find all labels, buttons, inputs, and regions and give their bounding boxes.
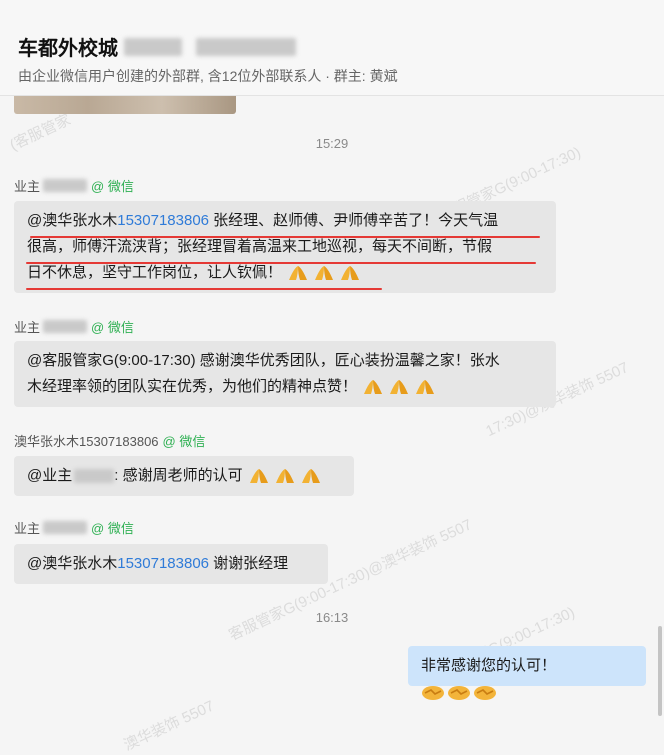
sender-name: 业主 bbox=[14, 179, 41, 194]
handshake-icon bbox=[474, 686, 496, 701]
folded-hands-icon bbox=[364, 380, 383, 395]
phone-link[interactable]: 15307183806 bbox=[117, 212, 209, 229]
handshake-icon bbox=[448, 686, 470, 701]
message-sender[interactable]: 业主 @ 微信 bbox=[14, 317, 134, 336]
message-text: 非常感谢您的认可！ bbox=[421, 657, 557, 674]
message-sender[interactable]: 澳华张水木15307183806 @ 微信 bbox=[14, 431, 205, 450]
folded-hands-icon bbox=[249, 469, 268, 484]
wechat-tag: @ 微信 bbox=[91, 179, 134, 194]
message-line: @澳华张水木15307183806 张经理、赵师傅、尹师傅辛苦了！今天气温 bbox=[27, 208, 543, 234]
folded-hands-icon bbox=[416, 380, 435, 395]
watermark: 澳华装饰 5507 bbox=[121, 697, 217, 755]
chat-area[interactable]: (客服管家 客服管家G(9:00-17:30) 客服管家G(9:00-17:30… bbox=[0, 96, 664, 754]
sender-name: 业主 bbox=[14, 320, 41, 335]
emoji-group bbox=[286, 264, 364, 282]
wechat-tag: @ 微信 bbox=[91, 521, 134, 536]
emoji-group bbox=[247, 467, 325, 485]
blurred-sender-name bbox=[43, 521, 88, 534]
message-line: @客服管家G(9:00-17:30) 感谢澳华优秀团队，匠心装扮温馨之家！张水 bbox=[27, 352, 500, 369]
emoji-group bbox=[361, 378, 439, 396]
chat-title-row[interactable]: 车都外校城 bbox=[18, 32, 296, 61]
blurred-mention-name bbox=[74, 469, 115, 484]
folded-hands-icon bbox=[289, 266, 308, 281]
sender-name: 澳华张水木15307183806 bbox=[14, 434, 159, 449]
folded-hands-icon bbox=[315, 266, 334, 281]
chat-title: 车都外校城 bbox=[18, 38, 118, 60]
phone-link[interactable]: 15307183806 bbox=[117, 555, 209, 572]
folded-hands-icon bbox=[301, 469, 320, 484]
timestamp: 16:13 bbox=[315, 610, 349, 625]
message-sender[interactable]: 业主 @ 微信 bbox=[14, 518, 134, 537]
message-bubble[interactable]: @澳华张水木15307183806 谢谢张经理 bbox=[14, 544, 328, 584]
message-sender[interactable]: 业主 @ 微信 bbox=[14, 176, 134, 195]
mention[interactable]: @澳华张水木 bbox=[27, 212, 117, 229]
blurred-title-part-2 bbox=[196, 37, 296, 56]
message-text: 日不休息，坚守工作岗位，让人钦佩！ bbox=[27, 264, 283, 281]
folded-hands-icon bbox=[341, 266, 360, 281]
emoji-group bbox=[421, 683, 499, 701]
sender-name: 业主 bbox=[14, 521, 41, 536]
red-underline bbox=[26, 288, 382, 290]
my-message-bubble[interactable]: 非常感谢您的认可！ bbox=[408, 646, 646, 701]
message-bubble[interactable]: @业主 : 感谢周老师的认可 bbox=[14, 456, 354, 496]
message-line: 木经理率领的团队实在优秀，为他们的精神点赞！ bbox=[27, 374, 543, 400]
image-message-thumbnail[interactable] bbox=[14, 96, 236, 114]
red-underline bbox=[26, 262, 536, 264]
message-text: : 感谢周老师的认可 bbox=[114, 467, 243, 484]
message-bubble[interactable]: @客服管家G(9:00-17:30) 感谢澳华优秀团队，匠心装扮温馨之家！张水 … bbox=[14, 341, 556, 407]
chat-header: 车都外校城 由企业微信用户创建的外部群, 含12位外部联系人 · 群主: 黄斌 bbox=[0, 0, 664, 96]
wechat-tag: @ 微信 bbox=[91, 320, 134, 335]
message-text: 谢谢张经理 bbox=[209, 555, 289, 572]
blurred-sender-name bbox=[43, 179, 88, 192]
message-text: 张经理、赵师傅、尹师傅辛苦了！今天气温 bbox=[209, 212, 499, 229]
message-bubble[interactable]: @澳华张水木15307183806 张经理、赵师傅、尹师傅辛苦了！今天气温 很高… bbox=[14, 201, 556, 293]
handshake-icon bbox=[422, 686, 444, 701]
red-underline bbox=[30, 236, 540, 238]
timestamp: 15:29 bbox=[315, 136, 349, 151]
chat-subtitle: 由企业微信用户创建的外部群, 含12位外部联系人 · 群主: 黄斌 bbox=[18, 68, 398, 84]
folded-hands-icon bbox=[275, 469, 294, 484]
scrollbar[interactable] bbox=[658, 626, 662, 716]
mention[interactable]: @澳华张水木 bbox=[27, 555, 117, 572]
blurred-sender-name bbox=[43, 320, 88, 333]
blurred-title-part-1 bbox=[124, 37, 182, 56]
wechat-tag: @ 微信 bbox=[162, 434, 206, 449]
mention[interactable]: @业主 bbox=[27, 467, 72, 484]
folded-hands-icon bbox=[390, 380, 409, 395]
message-text: 木经理率领的团队实在优秀，为他们的精神点赞！ bbox=[27, 378, 358, 395]
